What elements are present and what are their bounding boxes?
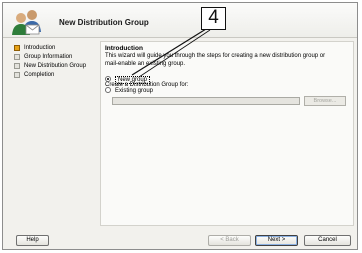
step-indicator-icon bbox=[14, 63, 20, 69]
next-button[interactable]: Next > bbox=[255, 235, 298, 246]
step-new-distribution-group: New Distribution Group bbox=[14, 62, 100, 71]
step-indicator-icon bbox=[14, 45, 20, 51]
back-button[interactable]: < Back bbox=[208, 235, 251, 246]
step-indicator-icon bbox=[14, 72, 20, 78]
step-label: Introduction bbox=[24, 45, 56, 51]
step-introduction: Introduction bbox=[14, 44, 100, 53]
wizard-title: New Distribution Group bbox=[59, 18, 149, 27]
step-completion: Completion bbox=[14, 71, 100, 80]
step-indicator-icon bbox=[14, 54, 20, 60]
callout-number: 4 bbox=[201, 7, 226, 30]
existing-group-label: Existing group bbox=[115, 88, 154, 94]
step-label: New Distribution Group bbox=[24, 63, 87, 69]
users-group-icon bbox=[12, 10, 41, 35]
existing-group-radio[interactable] bbox=[105, 87, 111, 94]
wizard-dialog: New Distribution Group Introduction Grou… bbox=[2, 2, 358, 250]
step-label: Group Information bbox=[24, 54, 73, 60]
new-group-label: New group bbox=[115, 76, 151, 84]
new-group-option[interactable]: New group bbox=[105, 75, 151, 85]
cancel-button[interactable]: Cancel bbox=[304, 235, 351, 246]
step-navigation: Introduction Group Information New Distr… bbox=[14, 44, 100, 80]
content-description: This wizard will guide you through the s… bbox=[105, 53, 326, 67]
existing-group-option[interactable]: Existing group bbox=[105, 86, 153, 96]
step-group-information: Group Information bbox=[14, 53, 100, 62]
step-label: Completion bbox=[24, 72, 55, 78]
new-group-radio[interactable] bbox=[105, 76, 111, 83]
browse-button[interactable]: Browse... bbox=[304, 96, 346, 106]
help-button[interactable]: Help bbox=[16, 235, 49, 246]
existing-group-field[interactable] bbox=[112, 97, 300, 105]
content-panel: Introduction This wizard will guide you … bbox=[100, 41, 354, 226]
content-heading: Introduction bbox=[105, 45, 143, 52]
wizard-header: New Distribution Group bbox=[3, 3, 357, 38]
